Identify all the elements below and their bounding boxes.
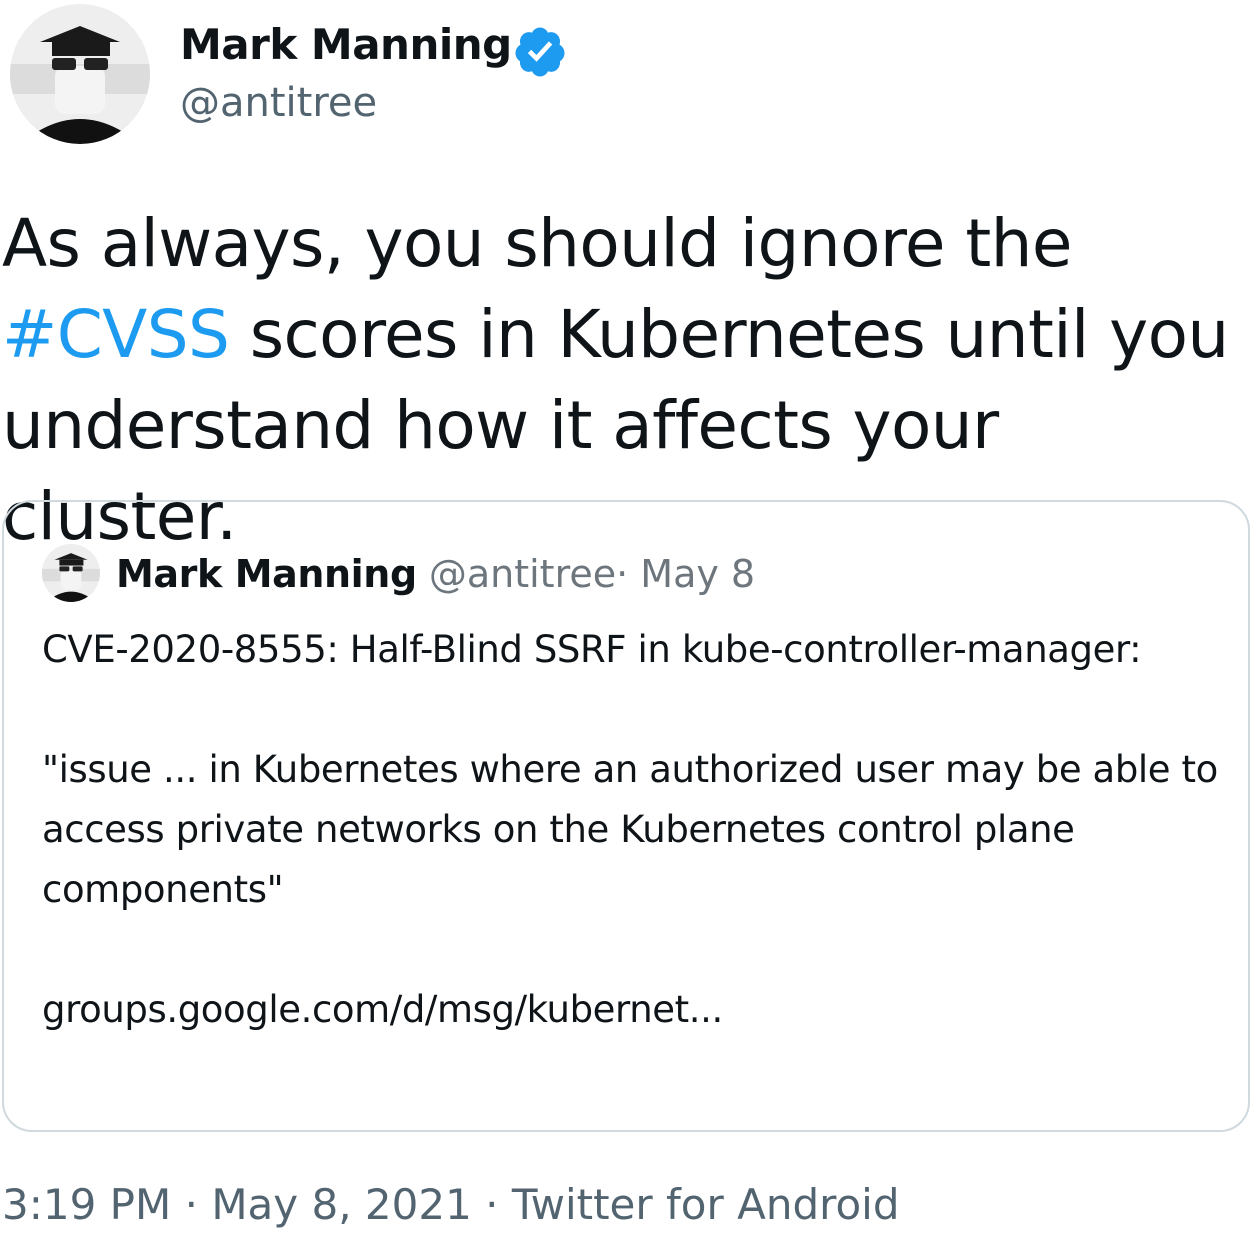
tweet-date[interactable]: May 8, 2021 [211, 1180, 472, 1229]
quoted-author-name: Mark Manning [116, 552, 417, 596]
quoted-tweet-body: CVE-2020-8555: Half-Blind SSRF in kube-c… [42, 620, 1242, 1040]
quoted-tweet-link[interactable]: groups.google.com/d/msg/kubernet... [42, 980, 1242, 1040]
author-avatar[interactable] [10, 4, 150, 144]
verified-badge-icon [515, 27, 565, 77]
quoted-tweet-card[interactable]: Mark Manning @antitree· May 8 CVE-2020-8… [2, 500, 1250, 1132]
quoted-tweet-line2: "issue ... in Kubernetes where an author… [42, 748, 1218, 911]
tweet-source[interactable]: Twitter for Android [512, 1180, 900, 1229]
footer-separator: · [485, 1180, 499, 1229]
avatar-photo [42, 544, 100, 602]
quoted-tweet-header: Mark Manning @antitree· May 8 [116, 550, 755, 598]
quoted-tweet-line1: CVE-2020-8555: Half-Blind SSRF in kube-c… [42, 628, 1142, 671]
author-name[interactable]: Mark Manning [180, 20, 512, 69]
author-handle[interactable]: @antitree [180, 80, 377, 126]
footer-separator: · [184, 1180, 198, 1229]
tweet-time[interactable]: 3:19 PM [2, 1180, 171, 1229]
tweet-text-start: As always, you should ignore the [2, 205, 1072, 282]
avatar-photo [10, 4, 150, 144]
hashtag-link[interactable]: #CVSS [2, 296, 230, 373]
quoted-author-avatar [42, 544, 100, 602]
tweet-footer: 3:19 PM · May 8, 2021 · Twitter for Andr… [2, 1180, 900, 1229]
quoted-tweet-date: · May 8 [616, 552, 756, 596]
quoted-author-handle: @antitree [428, 552, 617, 596]
